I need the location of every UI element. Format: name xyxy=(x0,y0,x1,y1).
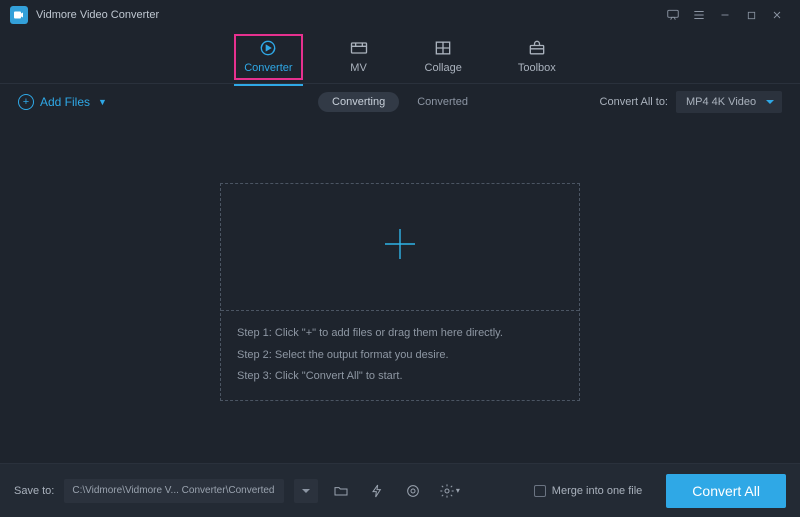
step-3-text: Step 3: Click "Convert All" to start. xyxy=(237,366,563,387)
mv-icon xyxy=(349,38,369,58)
collage-icon xyxy=(433,38,453,58)
minimize-icon[interactable] xyxy=(712,2,738,28)
converter-icon xyxy=(258,38,278,58)
convert-all-to-label: Convert All to: xyxy=(600,96,668,108)
app-logo-icon xyxy=(10,6,28,24)
convert-all-to: Convert All to: MP4 4K Video xyxy=(600,91,782,113)
drop-zone-upper[interactable] xyxy=(221,184,579,312)
tab-collage-label: Collage xyxy=(425,62,462,74)
app-title: Vidmore Video Converter xyxy=(36,9,159,21)
subbar: + Add Files ▼ Converting Converted Conve… xyxy=(0,84,800,120)
drop-zone[interactable]: Step 1: Click "+" to add files or drag t… xyxy=(220,183,580,401)
add-files-label: Add Files xyxy=(40,95,90,109)
save-path-dropdown[interactable] xyxy=(294,479,318,503)
high-speed-icon[interactable] xyxy=(400,479,426,503)
merge-into-one-file[interactable]: Merge into one file xyxy=(534,485,643,497)
settings-icon[interactable]: ▾ xyxy=(436,479,462,503)
status-tab-converted[interactable]: Converted xyxy=(403,92,482,112)
status-tabs: Converting Converted xyxy=(318,92,482,112)
gpu-accel-icon[interactable] xyxy=(364,479,390,503)
tab-converter[interactable]: Converter xyxy=(234,34,302,80)
merge-label: Merge into one file xyxy=(552,485,643,497)
tab-collage[interactable]: Collage xyxy=(415,34,472,80)
bottombar: Save to: C:\Vidmore\Vidmore V... Convert… xyxy=(0,463,800,517)
add-big-plus-icon[interactable] xyxy=(380,224,420,269)
tab-converter-label: Converter xyxy=(244,62,292,74)
save-to-label: Save to: xyxy=(14,485,54,497)
maximize-icon[interactable] xyxy=(738,2,764,28)
merge-checkbox[interactable] xyxy=(534,485,546,497)
open-folder-icon[interactable] xyxy=(328,479,354,503)
save-path-value: C:\Vidmore\Vidmore V... Converter\Conver… xyxy=(72,485,274,496)
drop-steps: Step 1: Click "+" to add files or drag t… xyxy=(221,311,579,399)
format-selected-value: MP4 4K Video xyxy=(686,96,756,108)
tab-toolbox-label: Toolbox xyxy=(518,62,556,74)
tab-mv[interactable]: MV xyxy=(339,34,379,80)
chevron-down-icon: ▼ xyxy=(98,97,107,107)
main-tabs: Converter MV Collage Toolbox xyxy=(0,30,800,84)
tab-toolbox[interactable]: Toolbox xyxy=(508,34,566,80)
convert-all-button-label: Convert All xyxy=(692,483,760,499)
status-tab-converting[interactable]: Converting xyxy=(318,92,399,112)
toolbox-icon xyxy=(527,38,547,58)
step-2-text: Step 2: Select the output format you des… xyxy=(237,345,563,366)
add-files-button[interactable]: + Add Files ▼ xyxy=(18,94,107,110)
workspace: Step 1: Click "+" to add files or drag t… xyxy=(0,120,800,463)
plus-circle-icon: + xyxy=(18,94,34,110)
close-icon[interactable] xyxy=(764,2,790,28)
menu-icon[interactable] xyxy=(686,2,712,28)
format-select[interactable]: MP4 4K Video xyxy=(676,91,782,113)
titlebar: Vidmore Video Converter xyxy=(0,0,800,30)
step-1-text: Step 1: Click "+" to add files or drag t… xyxy=(237,323,563,344)
tab-mv-label: MV xyxy=(350,62,367,74)
save-path-box[interactable]: C:\Vidmore\Vidmore V... Converter\Conver… xyxy=(64,479,284,503)
feedback-icon[interactable] xyxy=(660,2,686,28)
convert-all-button[interactable]: Convert All xyxy=(666,474,786,508)
